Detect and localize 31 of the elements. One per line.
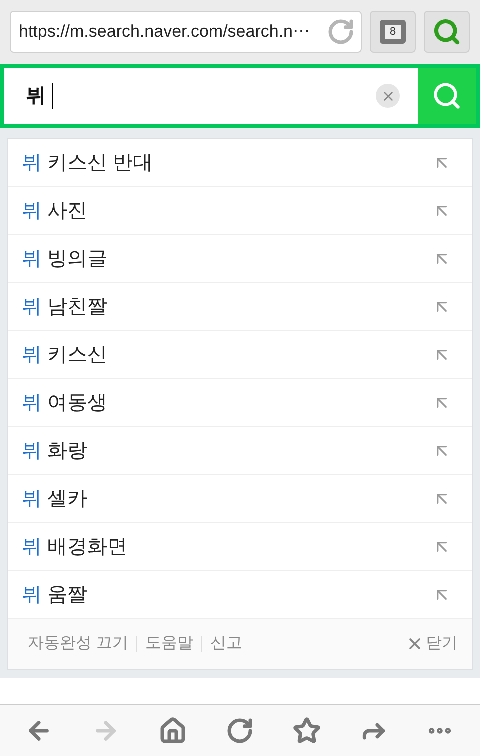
address-field[interactable]: https://m.search.naver.com/search.n⋯ [10, 11, 362, 53]
suggestion-item[interactable]: 뷔 키스신 [8, 331, 472, 379]
suggestion-text: 뷔 사진 [22, 198, 89, 224]
suggestion-text: 뷔 키스신 반대 [22, 150, 154, 176]
search-query: 뷔 [26, 84, 46, 109]
search-icon [432, 81, 462, 111]
suggestion-text: 뷔 키스신 [22, 342, 109, 368]
search-field[interactable]: 뷔 [4, 68, 418, 124]
search-button[interactable] [424, 11, 470, 53]
suggestion-text: 뷔 화랑 [22, 438, 89, 464]
suggestion-item[interactable]: 뷔 화랑 [8, 427, 472, 475]
url-text: https://m.search.naver.com/search.n⋯ [19, 21, 312, 44]
suggestion-item[interactable]: 뷔 키스신 반대 [8, 139, 472, 187]
suggestion-text: 뷔 셀카 [22, 486, 89, 512]
suggestion-item[interactable]: 뷔 사진 [8, 187, 472, 235]
suggestion-item[interactable]: 뷔 빙의글 [8, 235, 472, 283]
reload-icon[interactable] [327, 18, 355, 46]
suggestion-text: 뷔 여동생 [22, 390, 109, 416]
clear-button[interactable] [376, 84, 400, 108]
search-submit-button[interactable] [418, 68, 476, 124]
tabs-button[interactable]: 8 [370, 11, 416, 53]
suggestion-text: 뷔 배경화면 [22, 534, 129, 560]
suggestion-text: 뷔 남친짤 [22, 294, 109, 320]
suggestion-item[interactable]: 뷔 남친짤 [8, 283, 472, 331]
close-label: 닫기 [426, 634, 458, 654]
suggestion-text: 뷔 움짤 [22, 582, 89, 608]
search-icon [433, 18, 461, 46]
suggestion-text: 뷔 빙의글 [22, 246, 109, 272]
suggestion-item[interactable]: 뷔 여동생 [8, 379, 472, 427]
suggestion-item[interactable]: 뷔 배경화면 [8, 523, 472, 571]
suggestion-item[interactable]: 뷔 셀카 [8, 475, 472, 523]
